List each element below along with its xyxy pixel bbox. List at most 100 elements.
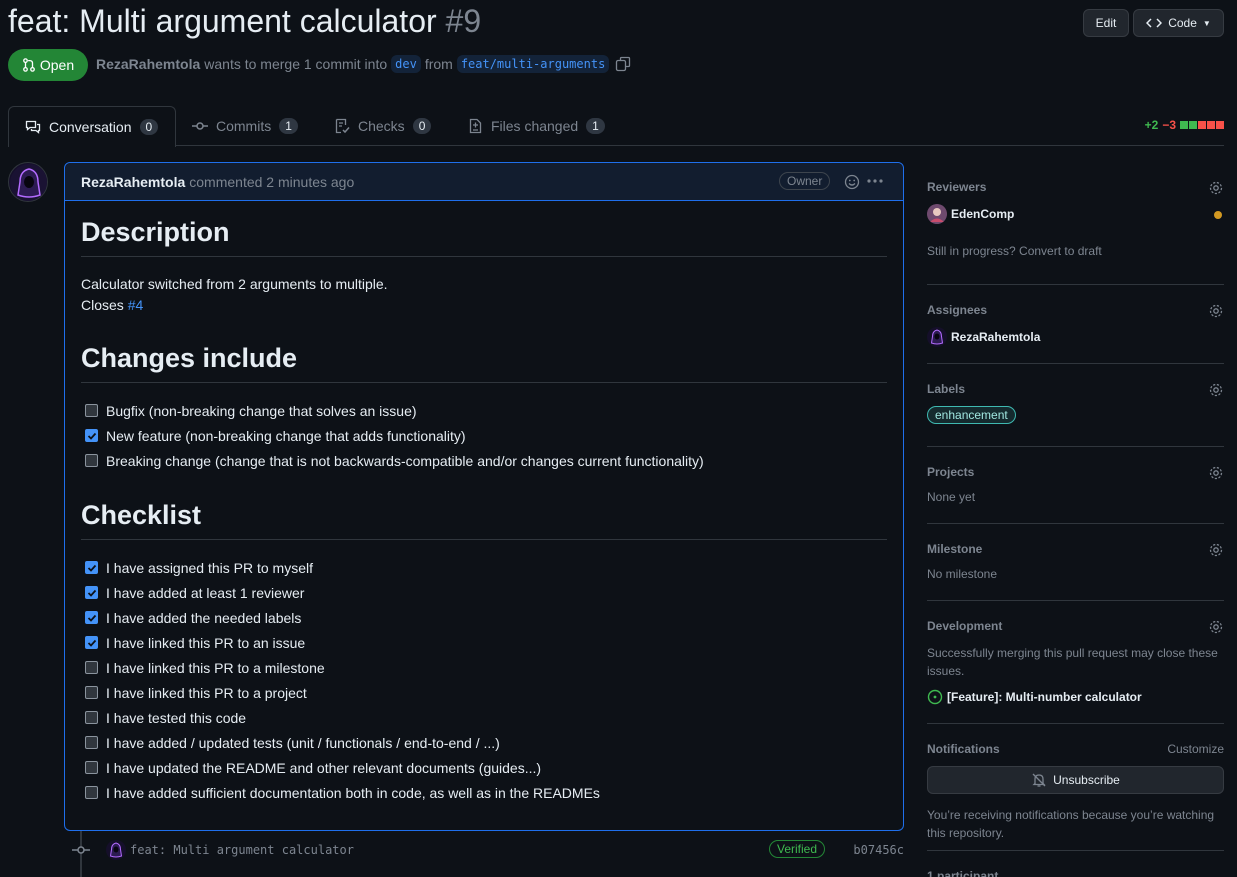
task-label: I have linked this PR to a milestone	[106, 659, 325, 676]
file-diff-icon	[469, 118, 482, 134]
verified-badge[interactable]: Verified	[769, 840, 826, 858]
base-branch[interactable]: dev	[391, 55, 421, 73]
checkmark-icon	[87, 639, 96, 647]
diffstat-square	[1189, 121, 1197, 129]
task-label: I have updated the README and other rele…	[106, 759, 542, 776]
task-item: I have linked this PR to an issue	[81, 630, 887, 655]
development-section: Development Successfully merging this pu…	[927, 601, 1224, 724]
head-branch[interactable]: feat/multi-arguments	[456, 55, 610, 73]
task-checkbox[interactable]	[85, 786, 98, 799]
gear-icon[interactable]	[1208, 382, 1224, 398]
commit-message-link[interactable]: feat: Multi argument calculator	[130, 843, 354, 857]
customize-link[interactable]: Customize	[1167, 742, 1224, 756]
reviewers-section: Reviewers EdenComp Still in progress? Co…	[927, 162, 1224, 285]
tab-files-changed-count: 1	[586, 118, 605, 134]
labels-title: Labels	[927, 382, 966, 396]
pr-number: #9	[445, 3, 482, 39]
task-label: I have tested this code	[106, 709, 247, 726]
diffstat-square	[1198, 121, 1206, 129]
pull-request-icon	[22, 58, 35, 72]
task-checkbox[interactable]	[85, 561, 98, 574]
task-checkbox[interactable]	[85, 611, 98, 624]
checklist: I have assigned this PR to myself I have…	[81, 555, 887, 805]
convert-draft-link[interactable]: Still in progress? Convert to draft	[927, 244, 1102, 258]
task-checkbox[interactable]	[85, 429, 98, 442]
checklist-heading: Checklist	[81, 500, 887, 540]
code-button[interactable]: Code ▼	[1133, 9, 1224, 37]
kebab-icon[interactable]	[866, 174, 884, 190]
tab-conversation[interactable]: Conversation 0	[8, 106, 176, 147]
gear-icon[interactable]	[1208, 619, 1224, 635]
reviewer-avatar-icon	[927, 204, 947, 224]
task-checkbox[interactable]	[85, 711, 98, 724]
task-checkbox[interactable]	[85, 761, 98, 774]
comment-timestamp: commented 2 minutes ago	[189, 173, 355, 190]
task-label: New feature (non-breaking change that ad…	[106, 427, 466, 444]
edit-button[interactable]: Edit	[1083, 9, 1129, 37]
tab-checks[interactable]: Checks 0	[318, 106, 447, 146]
description-heading: Description	[81, 217, 887, 257]
merge-text: wants to merge 1 commit into	[204, 56, 388, 72]
unsubscribe-button[interactable]: Unsubscribe	[927, 766, 1224, 794]
issue-opened-icon	[927, 689, 943, 705]
task-checkbox[interactable]	[85, 636, 98, 649]
hooded-figure-avatar-icon	[10, 164, 47, 201]
task-item: I have added sufficient documentation bo…	[81, 780, 887, 805]
task-label: Breaking change (change that is not back…	[106, 452, 704, 469]
pr-author-link[interactable]: RezaRahemtola	[96, 56, 200, 72]
task-checkbox[interactable]	[85, 661, 98, 674]
description-line: Calculator switched from 2 arguments to …	[81, 276, 388, 292]
task-label: I have assigned this PR to myself	[106, 559, 313, 576]
tab-commits[interactable]: Commits 1	[176, 106, 314, 146]
task-label: I have added at least 1 reviewer	[106, 584, 305, 601]
comment-discussion-icon	[25, 120, 41, 134]
checkmark-icon	[87, 432, 96, 440]
task-checkbox[interactable]	[85, 586, 98, 599]
avatar[interactable]	[106, 840, 126, 860]
avatar	[927, 327, 947, 347]
task-item: I have linked this PR to a project	[81, 680, 887, 705]
tab-conversation-label: Conversation	[49, 119, 132, 135]
commit-sha-link[interactable]: b07456c	[853, 843, 904, 857]
label-enhancement[interactable]: enhancement	[927, 406, 1016, 424]
development-text: Successfully merging this pull request m…	[927, 646, 1218, 678]
diffstat-square	[1207, 121, 1215, 129]
task-item: New feature (non-breaking change that ad…	[81, 423, 887, 448]
from-text: from	[424, 56, 453, 72]
changes-list: Bugfix (non-breaking change that solves …	[81, 398, 887, 473]
checkmark-icon	[87, 564, 96, 572]
avatar[interactable]	[8, 162, 48, 202]
smiley-icon[interactable]	[844, 174, 860, 190]
gear-icon[interactable]	[1208, 303, 1224, 319]
pr-sidebar: Reviewers EdenComp Still in progress? Co…	[927, 162, 1224, 877]
task-checkbox[interactable]	[85, 454, 98, 467]
tab-files-changed[interactable]: Files changed 1	[451, 106, 621, 146]
notifications-section: Notifications Customize Unsubscribe You’…	[927, 724, 1224, 851]
task-checkbox[interactable]	[85, 736, 98, 749]
gear-icon[interactable]	[1208, 465, 1224, 481]
notifications-title: Notifications	[927, 742, 1000, 756]
task-label: I have added the needed labels	[106, 609, 302, 626]
gear-icon[interactable]	[1208, 180, 1224, 196]
assignee-name: RezaRahemtola	[951, 330, 1041, 344]
closes-line: Closes #4	[81, 295, 887, 316]
closes-issue-link[interactable]: #4	[128, 297, 144, 313]
participants-title: 1 participant	[927, 869, 999, 877]
changes-heading: Changes include	[81, 343, 887, 383]
chevron-down-icon: ▼	[1202, 18, 1211, 28]
task-item: I have added at least 1 reviewer	[81, 580, 887, 605]
reviewer-item[interactable]: EdenComp	[927, 204, 1014, 224]
copy-icon[interactable]	[615, 56, 631, 72]
projects-section: Projects None yet	[927, 447, 1224, 524]
pr-tabs: Conversation 0 Commits 1 Checks 0 Files …	[8, 106, 1224, 147]
linked-issue-link[interactable]: [Feature]: Multi-number calculator	[927, 689, 1142, 705]
assignee-item[interactable]: RezaRahemtola	[927, 327, 1040, 347]
owner-badge: Owner	[779, 172, 831, 190]
pr-title-text: feat: Multi argument calculator	[8, 3, 437, 39]
comment-author[interactable]: RezaRahemtola	[81, 174, 185, 190]
gear-icon[interactable]	[1208, 542, 1224, 558]
task-checkbox[interactable]	[85, 686, 98, 699]
task-checkbox[interactable]	[85, 404, 98, 417]
task-item: Breaking change (change that is not back…	[81, 448, 887, 473]
hooded-figure-avatar-icon	[109, 842, 123, 858]
